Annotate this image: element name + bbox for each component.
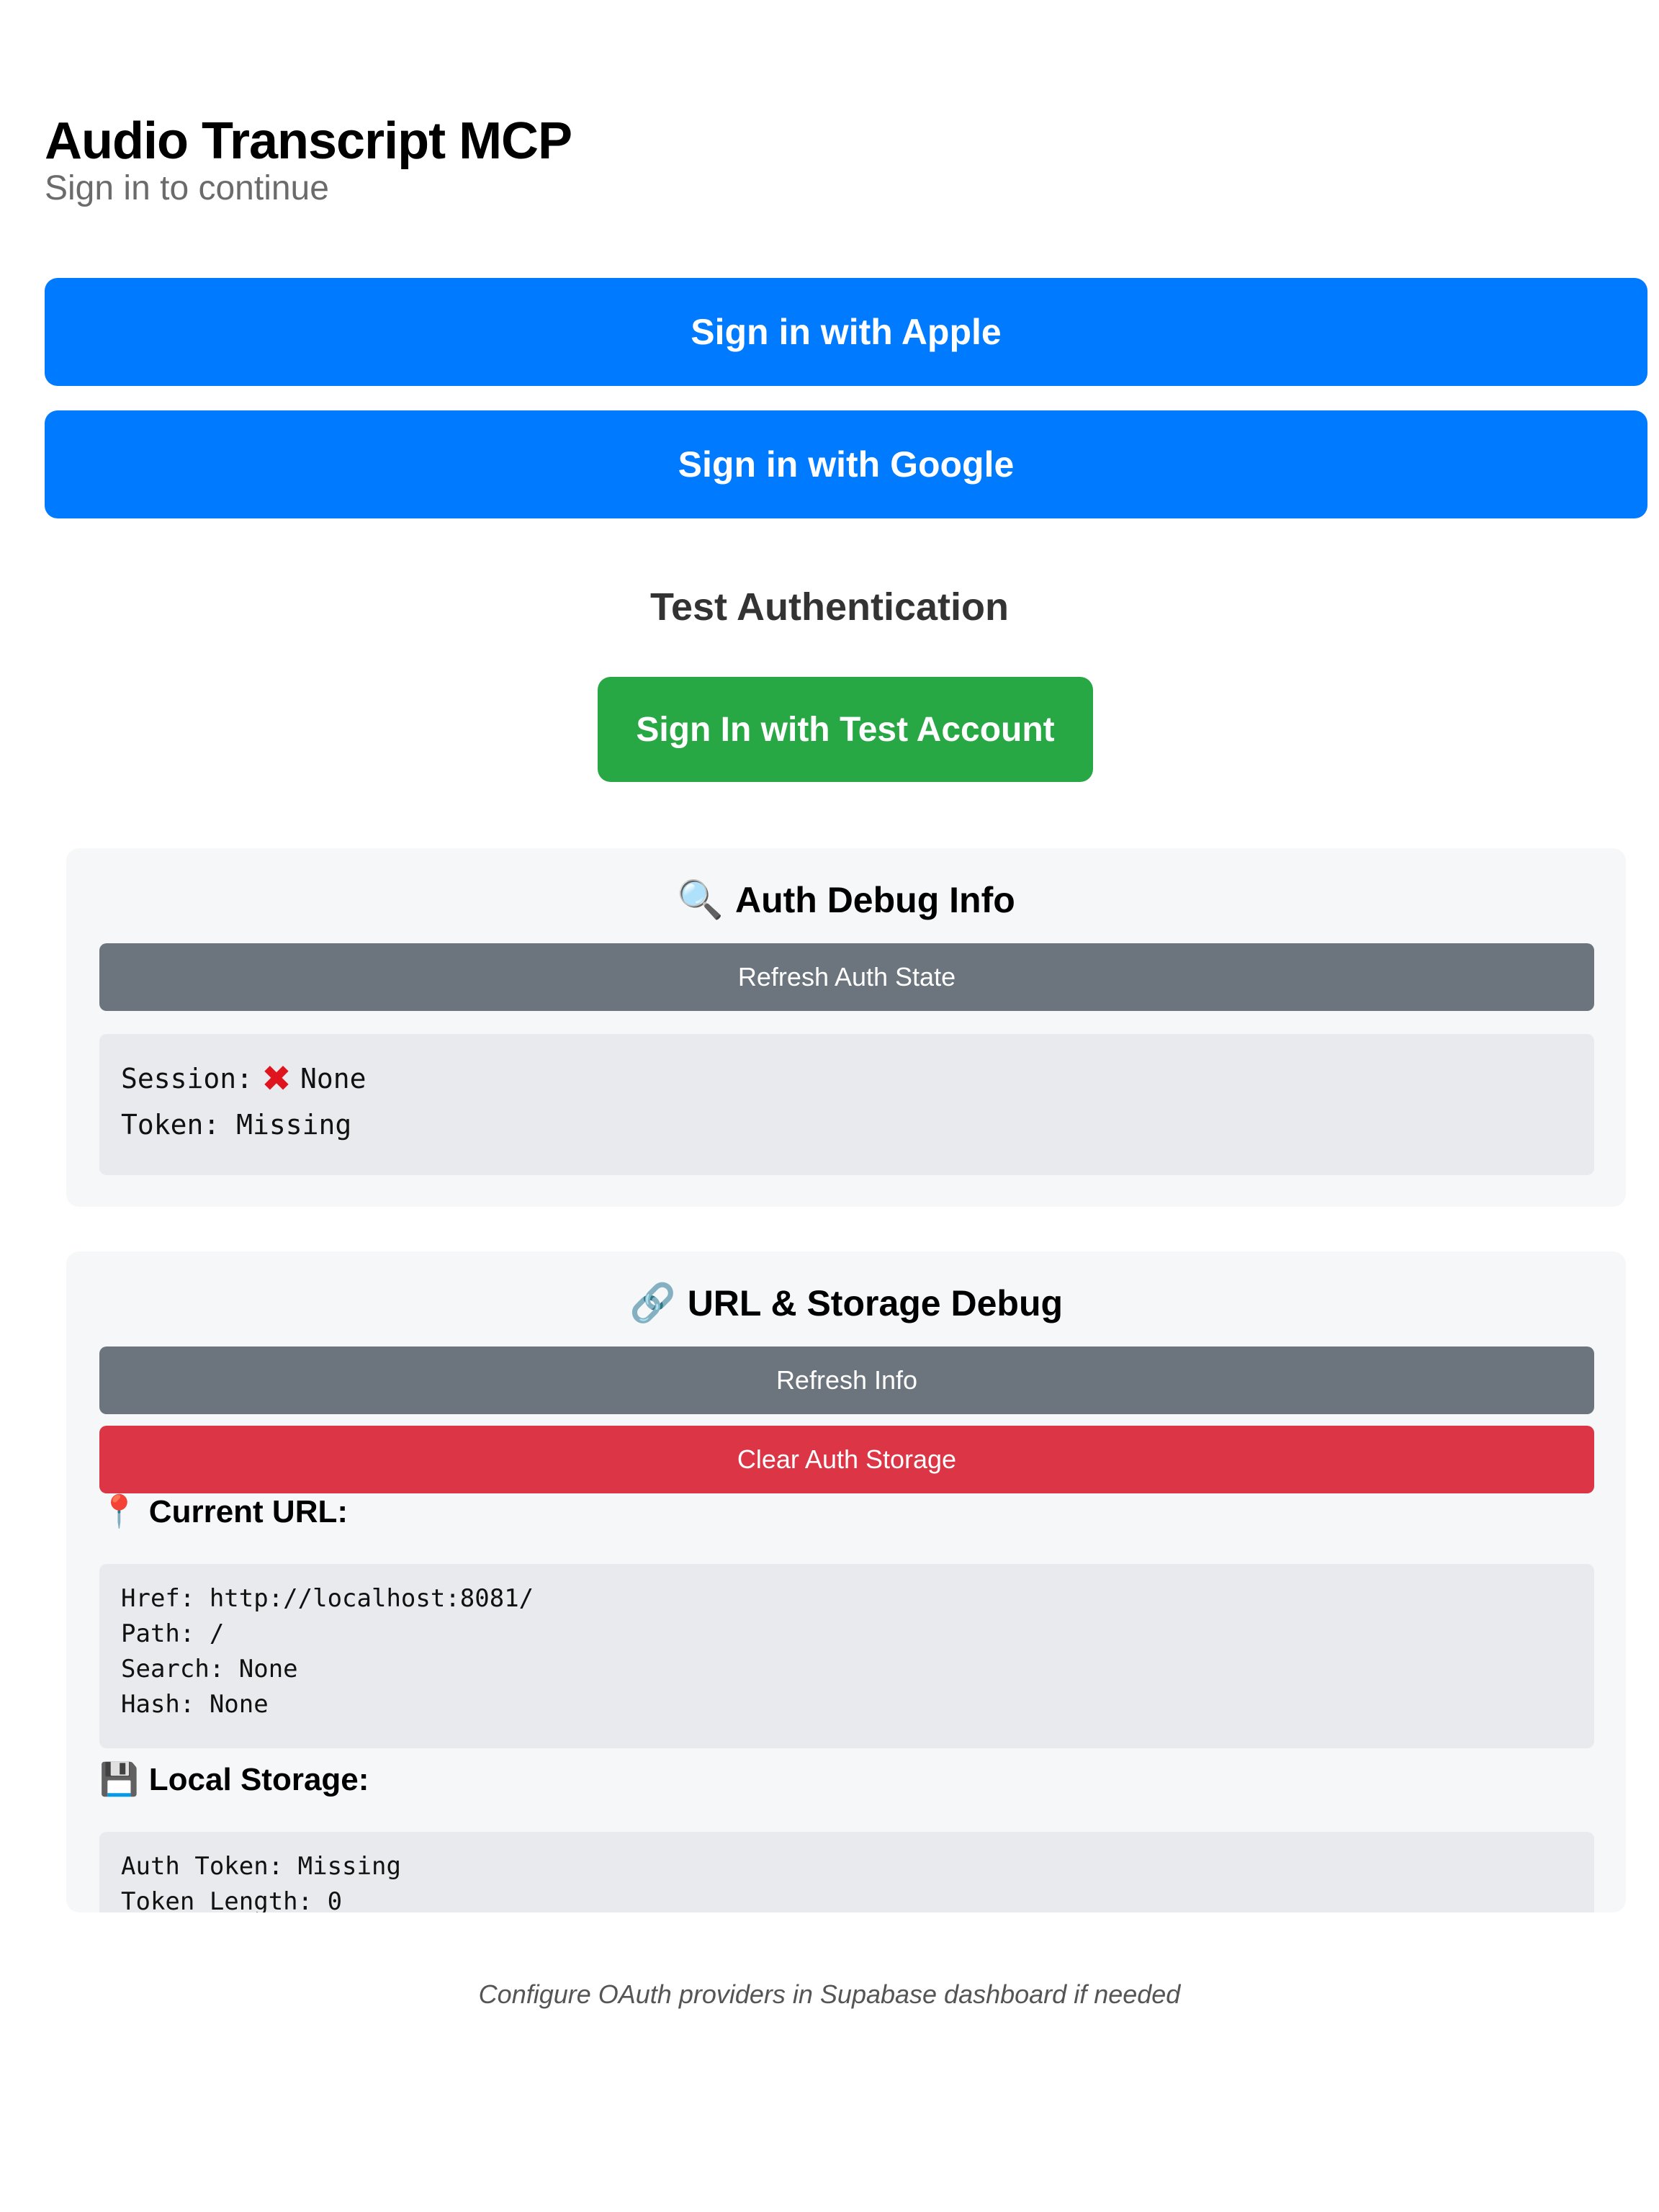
search-line: Search: None: [121, 1655, 298, 1683]
hash-line: Hash: None: [121, 1690, 269, 1719]
path-line: Path: /: [121, 1619, 225, 1648]
test-authentication-heading: Test Authentication: [650, 585, 1009, 629]
page: Audio Transcript MCP Sign in to continue…: [0, 0, 1659, 2212]
url-storage-heading-text: URL & Storage Debug: [687, 1283, 1064, 1323]
current-url-output: Href: http://localhost:8081/ Path: / Sea…: [99, 1564, 1594, 1748]
session-value: None: [300, 1063, 367, 1094]
pushpin-icon: 📍: [99, 1494, 139, 1529]
app-subtitle: Sign in to continue: [45, 169, 329, 207]
local-storage-label-text: Local Storage:: [148, 1762, 369, 1797]
auth-debug-panel: 🔍 Auth Debug Info Refresh Auth State Sess…: [66, 848, 1626, 1207]
refresh-info-button[interactable]: Refresh Info: [99, 1346, 1594, 1414]
sign-in-apple-button[interactable]: Sign in with Apple: [45, 278, 1647, 386]
footer-note: Configure OAuth providers in Supabase da…: [478, 1979, 1181, 2009]
refresh-auth-state-button[interactable]: Refresh Auth State: [99, 943, 1594, 1011]
sign-in-test-account-button[interactable]: Sign In with Test Account: [598, 677, 1093, 782]
app-title: Audio Transcript MCP: [45, 112, 572, 170]
sign-in-google-button[interactable]: Sign in with Google: [45, 410, 1647, 518]
session-label: Session:: [121, 1063, 253, 1094]
auth-token-line: Auth Token: Missing: [121, 1852, 401, 1881]
auth-debug-heading-text: Auth Debug Info: [734, 880, 1015, 920]
current-url-label-text: Current URL:: [148, 1494, 348, 1529]
session-line: Session: ✖ None: [121, 1056, 1594, 1102]
token-line: Token: Missing: [121, 1109, 352, 1141]
link-icon: 🔗: [629, 1282, 676, 1324]
red-x-icon: ✖: [261, 1058, 292, 1100]
local-storage-label: 💾 Local Storage:: [99, 1758, 369, 1802]
url-storage-debug-panel: 🔗 URL & Storage Debug Refresh Info Clear …: [66, 1251, 1626, 1912]
floppy-disk-icon: 💾: [99, 1762, 139, 1797]
auth-state-output: Session: ✖ None Token: Missing: [99, 1034, 1594, 1175]
local-storage-output: Auth Token: Missing Token Length: 0: [99, 1832, 1594, 1912]
auth-debug-heading: 🔍 Auth Debug Info: [66, 877, 1626, 923]
current-url-label: 📍 Current URL:: [99, 1491, 348, 1534]
magnifying-glass-icon: 🔍: [677, 879, 724, 921]
token-length-line: Token Length: 0: [121, 1887, 343, 1912]
clear-auth-storage-button[interactable]: Clear Auth Storage: [99, 1426, 1594, 1493]
url-storage-debug-heading: 🔗 URL & Storage Debug: [66, 1280, 1626, 1326]
href-line: Href: http://localhost:8081/: [121, 1584, 534, 1613]
